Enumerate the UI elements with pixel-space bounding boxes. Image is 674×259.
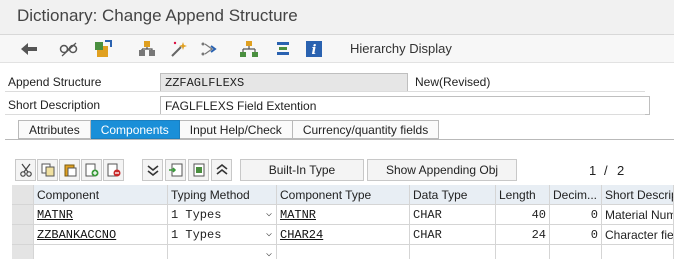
length-cell[interactable] bbox=[496, 245, 550, 259]
back-icon[interactable] bbox=[18, 38, 40, 60]
tab-attributes[interactable]: Attributes bbox=[18, 120, 91, 139]
typing-method-cell[interactable]: 1 Types ⌵ bbox=[168, 225, 277, 245]
expand-down-icon[interactable] bbox=[142, 159, 163, 181]
table-row: ⌵ bbox=[12, 245, 674, 259]
short-description-label: Short Description bbox=[8, 98, 101, 112]
page-separator: / bbox=[604, 163, 608, 178]
row-selector[interactable] bbox=[12, 205, 34, 225]
component-type-link[interactable]: MATNR bbox=[280, 208, 316, 222]
component-link[interactable]: MATNR bbox=[37, 208, 73, 222]
length-cell[interactable]: 24 bbox=[496, 225, 550, 245]
show-appending-obj-button[interactable]: Show Appending Obj bbox=[367, 159, 517, 181]
activate-icon[interactable] bbox=[92, 38, 114, 60]
typing-method-cell[interactable]: 1 Types ⌵ bbox=[168, 205, 277, 225]
column-header-component-type[interactable]: Component Type bbox=[277, 185, 410, 205]
page-total: 2 bbox=[617, 163, 625, 178]
hierarchy-display-button[interactable]: Hierarchy Display bbox=[350, 41, 452, 56]
column-header-typing-method[interactable]: Typing Method bbox=[168, 185, 277, 205]
components-panel: Built-In Type Show Appending Obj 1 / 2 C… bbox=[12, 150, 674, 259]
typing-method-value: 1 Types bbox=[171, 208, 222, 222]
grid-toolbar: Built-In Type Show Appending Obj 1 / 2 bbox=[12, 159, 674, 182]
delete-row-icon[interactable] bbox=[103, 159, 124, 181]
window-title: Dictionary: Change Append Structure bbox=[17, 6, 298, 25]
decimals-cell[interactable]: 0 bbox=[550, 205, 602, 225]
component-link[interactable]: ZZBANKACCNO bbox=[37, 228, 116, 242]
insert-row-icon[interactable] bbox=[81, 159, 102, 181]
data-type-cell[interactable]: CHAR bbox=[410, 225, 496, 245]
hierarchy-icon[interactable] bbox=[238, 38, 260, 60]
short-description-cell[interactable]: Material Numb bbox=[602, 205, 674, 225]
table-header-row: Component Typing Method Component Type D… bbox=[12, 185, 674, 205]
column-header-decimals[interactable]: Decim... bbox=[550, 185, 602, 205]
magic-wand-icon[interactable] bbox=[168, 38, 190, 60]
component-cell[interactable] bbox=[34, 245, 168, 259]
data-type-cell[interactable] bbox=[410, 245, 496, 259]
tab-input-help-check[interactable]: Input Help/Check bbox=[179, 120, 293, 139]
status-text: New(Revised) bbox=[415, 75, 491, 89]
column-header-short-description[interactable]: Short Descrip bbox=[602, 185, 674, 205]
built-in-type-button[interactable]: Built-In Type bbox=[240, 159, 364, 181]
append-structure-label: Append Structure bbox=[8, 75, 102, 89]
title-bar: Dictionary: Change Append Structure bbox=[0, 0, 674, 35]
table-row: ZZBANKACCNO 1 Types ⌵ CHAR24 CHAR 24 0 Ch… bbox=[12, 225, 674, 245]
component-type-cell[interactable] bbox=[277, 245, 410, 259]
detail-icon[interactable] bbox=[188, 159, 209, 181]
decimals-cell[interactable]: 0 bbox=[550, 225, 602, 245]
component-cell[interactable]: ZZBANKACCNO bbox=[34, 225, 168, 245]
application-toolbar: i Hierarchy Display bbox=[0, 35, 674, 63]
short-description-cell[interactable]: Character field bbox=[602, 225, 674, 245]
insert-entry-icon[interactable] bbox=[165, 159, 186, 181]
component-type-cell[interactable]: MATNR bbox=[277, 205, 410, 225]
short-description-row: Short Description FAGLFLEXS Field Extent… bbox=[5, 95, 650, 115]
copy-icon[interactable] bbox=[37, 159, 58, 181]
cut-icon[interactable] bbox=[15, 159, 36, 181]
page-number: 1 bbox=[589, 163, 597, 178]
display-change-icon[interactable] bbox=[58, 38, 80, 60]
component-type-link[interactable]: CHAR24 bbox=[280, 228, 323, 242]
component-cell[interactable]: MATNR bbox=[34, 205, 168, 225]
append-structure-field: ZZFAGLFLEXS bbox=[160, 73, 408, 92]
short-description-field[interactable]: FAGLFLEXS Field Extention bbox=[160, 96, 650, 115]
append-structure-row: Append Structure ZZFAGLFLEXS New(Revised… bbox=[5, 72, 645, 92]
navigation-icon[interactable] bbox=[198, 38, 220, 60]
tab-components[interactable]: Components bbox=[90, 120, 180, 139]
length-cell[interactable]: 40 bbox=[496, 205, 550, 225]
decimals-cell[interactable] bbox=[550, 245, 602, 259]
tab-strip: Attributes Components Input Help/Check C… bbox=[18, 120, 440, 139]
row-divider bbox=[5, 91, 645, 92]
table-row: MATNR 1 Types ⌵ MATNR CHAR 40 0 Material … bbox=[12, 205, 674, 225]
tab-currency-quantity-fields[interactable]: Currency/quantity fields bbox=[292, 120, 440, 139]
row-selector[interactable] bbox=[12, 245, 34, 259]
collapse-up-icon[interactable] bbox=[211, 159, 232, 181]
short-description-cell[interactable] bbox=[602, 245, 674, 259]
row-selector[interactable] bbox=[12, 225, 34, 245]
component-type-cell[interactable]: CHAR24 bbox=[277, 225, 410, 245]
typing-method-value: 1 Types bbox=[171, 228, 222, 242]
tab-underline bbox=[5, 139, 674, 140]
chevron-down-icon[interactable]: ⌵ bbox=[266, 208, 272, 220]
typing-method-cell[interactable]: ⌵ bbox=[168, 245, 277, 259]
data-type-cell[interactable]: CHAR bbox=[410, 205, 496, 225]
column-header-length[interactable]: Length bbox=[496, 185, 550, 205]
column-header-component[interactable]: Component bbox=[34, 185, 168, 205]
select-all-cell[interactable] bbox=[12, 185, 34, 205]
column-header-data-type[interactable]: Data Type bbox=[410, 185, 496, 205]
row-divider bbox=[5, 114, 645, 115]
chevron-down-icon[interactable]: ⌵ bbox=[266, 248, 272, 259]
chevron-down-icon[interactable]: ⌵ bbox=[266, 228, 272, 240]
info-icon[interactable]: i bbox=[303, 38, 325, 60]
paste-icon[interactable] bbox=[59, 159, 80, 181]
svg-text:i: i bbox=[312, 43, 317, 58]
where-used-icon[interactable] bbox=[136, 38, 158, 60]
stack-icon[interactable] bbox=[272, 38, 294, 60]
